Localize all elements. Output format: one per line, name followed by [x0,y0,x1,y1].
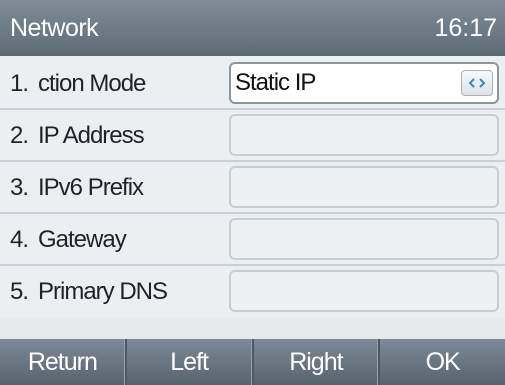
left-softkey[interactable]: Left [127,339,254,385]
connection-mode-value: Static IP [235,69,316,96]
left-right-arrows-icon[interactable] [461,70,493,96]
row-label: 4. Gateway [10,214,224,266]
right-softkey[interactable]: Right [254,339,381,385]
row-label-text: IPv6 Prefix [38,174,144,201]
row-number: 1. [10,70,29,97]
row-label: 2. IP Address [10,110,224,162]
page-title: Network [10,13,99,42]
softkey-bar: Return Left Right OK [0,339,505,385]
row-number: 5. [10,278,29,305]
row-ip-address[interactable]: 2. IP Address [0,110,505,162]
row-number: 2. [10,122,29,149]
row-label-text: IP Address [38,122,145,149]
row-gateway[interactable]: 4. Gateway [0,214,505,266]
screen: Network 16:17 1. ction Mode Static IP 2.… [0,0,505,385]
ok-softkey[interactable]: OK [380,339,505,385]
settings-list: 1. ction Mode Static IP 2. IP Address 3.… [0,58,505,318]
row-ipv6-prefix[interactable]: 3. IPv6 Prefix [0,162,505,214]
row-label: 5. Primary DNS [10,266,224,318]
return-softkey[interactable]: Return [0,339,127,385]
primary-dns-field[interactable] [229,270,499,312]
clock: 16:17 [434,13,497,42]
title-bar: Network 16:17 [0,0,505,56]
ipv6-prefix-field[interactable] [229,166,499,208]
row-label-text: Primary DNS [38,278,168,305]
row-number: 3. [10,174,29,201]
gateway-field[interactable] [229,218,499,260]
row-label-text: ction Mode [38,70,146,97]
ip-address-field[interactable] [229,114,499,156]
row-label: 3. IPv6 Prefix [10,162,224,214]
row-connection-mode[interactable]: 1. ction Mode Static IP [0,58,505,110]
row-label-text: Gateway [38,226,127,253]
row-number: 4. [10,226,29,253]
connection-mode-select[interactable]: Static IP [229,62,499,104]
row-primary-dns[interactable]: 5. Primary DNS [0,266,505,318]
row-label: 1. ction Mode [10,58,224,110]
